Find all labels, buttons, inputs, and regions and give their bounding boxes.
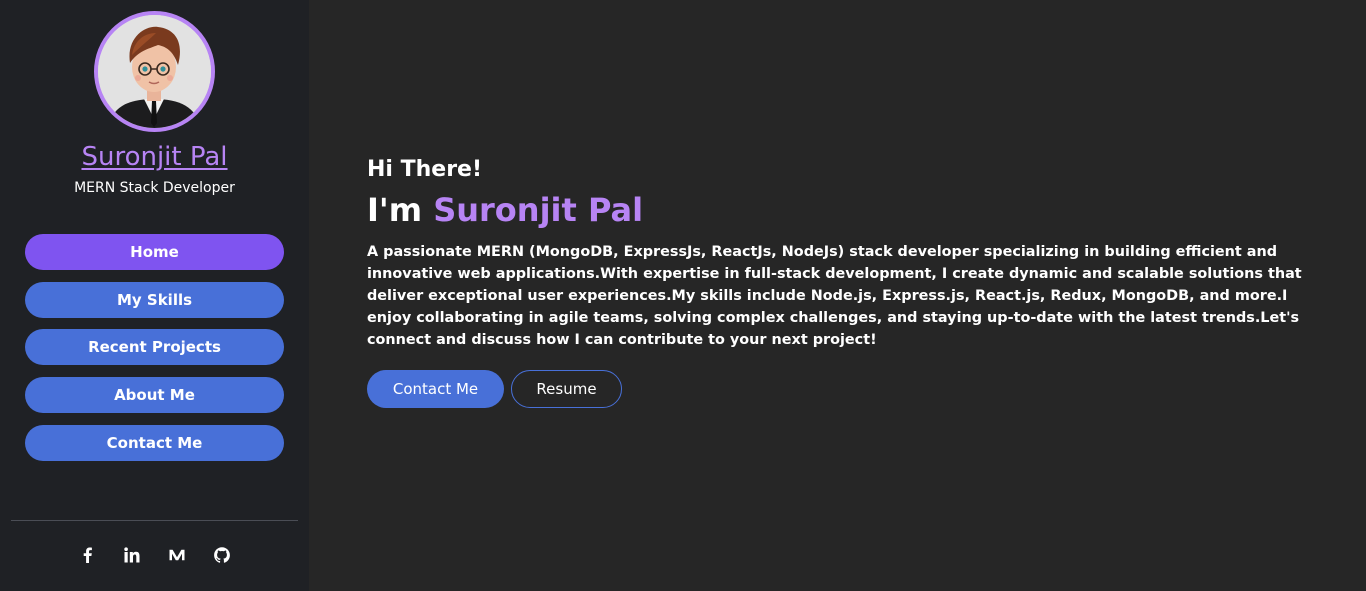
medium-icon[interactable] xyxy=(165,543,189,567)
nav-contact-me-button[interactable]: Contact Me xyxy=(25,425,284,461)
profile-role: MERN Stack Developer xyxy=(74,180,235,196)
avatar-image xyxy=(98,15,211,128)
linkedin-icon[interactable] xyxy=(120,543,144,567)
avatar xyxy=(94,11,215,132)
sidebar-divider xyxy=(11,520,298,521)
profile-name-link[interactable]: Suronjit Pal xyxy=(0,142,309,172)
resume-button[interactable]: Resume xyxy=(511,370,622,408)
hero-title: I'm Suronjit Pal xyxy=(367,191,643,229)
facebook-icon[interactable] xyxy=(75,543,99,567)
contact-me-button[interactable]: Contact Me xyxy=(367,370,504,408)
hero-title-prefix: I'm xyxy=(367,191,434,229)
hero-title-name: Suronjit Pal xyxy=(433,191,644,229)
nav-home-button[interactable]: Home xyxy=(25,234,284,270)
nav-my-skills-button[interactable]: My Skills xyxy=(25,282,284,318)
nav-about-me-button[interactable]: About Me xyxy=(25,377,284,413)
nav-recent-projects-button[interactable]: Recent Projects xyxy=(25,329,284,365)
sidebar: Suronjit Pal MERN Stack Developer Home M… xyxy=(0,0,309,591)
github-icon[interactable] xyxy=(210,543,234,567)
hero-greeting: Hi There! xyxy=(367,157,483,182)
hero-description: A passionate MERN (MongoDB, ExpressJs, R… xyxy=(367,244,1302,348)
